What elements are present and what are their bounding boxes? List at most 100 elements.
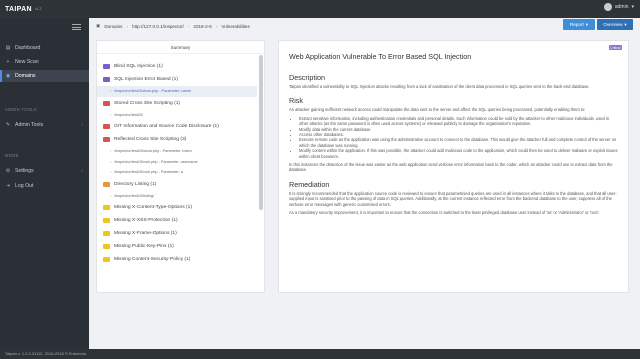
summary-category[interactable]: Directory Listing (1) (97, 178, 257, 191)
risk-list: Extract sensitive information, including… (289, 116, 619, 159)
sidebar-item-label: Dashboard (15, 45, 41, 51)
remediation-text: As a mandatory security improvement, it … (289, 210, 600, 216)
username: admin (614, 4, 629, 10)
chevron-right-icon: › (110, 89, 112, 94)
sidebar-item-domains[interactable]: ◉ Domains (0, 70, 89, 82)
breadcrumb-item-domains[interactable]: Domains (104, 24, 122, 29)
risk-item: Modify content within the application. I… (299, 148, 619, 159)
globe-icon: ◉ (5, 73, 11, 79)
overview-button[interactable]: Overview ▾ (597, 19, 633, 30)
chevron-right-icon: › (110, 149, 112, 154)
summary-category[interactable]: Reflected Cross Site Scripting (3) (97, 133, 257, 146)
summary-label: GIT Information and Source Code Disclosu… (114, 124, 219, 129)
chevron-left-icon: ‹ (81, 122, 83, 128)
folder-icon (103, 137, 110, 142)
version-badge: v1.2 (34, 7, 42, 11)
footer: Taipan v. 1.2.5.31112, 2018-2018 © Enbon… (0, 349, 640, 359)
chevron-down-icon: ▾ (585, 21, 589, 27)
summary-scrollbar[interactable] (259, 55, 263, 210)
remediation-text: It is strongly recommended that the appl… (289, 190, 617, 207)
chevron-right-icon: › (110, 170, 112, 175)
summary-label: Directory Listing (1) (114, 181, 157, 187)
menu-toggle-icon[interactable] (72, 24, 81, 30)
vulnerability-title: Web Application Vulnerable To Error Base… (289, 52, 472, 61)
summary-category[interactable]: Stored Cross Site Scripting (1) (97, 97, 257, 110)
summary-label: /inspector/test19/listing/ (114, 193, 154, 198)
summary-category[interactable]: Missing Public-Key-Pins (1) (97, 240, 257, 253)
chevron-right-icon: › (110, 193, 112, 198)
summary-category[interactable]: Missing X-Frame-Options (1) (97, 227, 257, 240)
sidebar-item-new-scan[interactable]: + New Scan (0, 56, 89, 68)
wrench-icon: ✎ (5, 122, 11, 128)
summary-label: /inspector/test19/vuln.php - Parameter: … (114, 170, 183, 175)
summary-label: /inspector/test24/show.php - Parameter: … (114, 149, 192, 154)
summary-label: SQL Injection Error Based (1) (114, 77, 178, 82)
summary-label: Reflected Cross Site Scripting (3) (114, 137, 187, 142)
top-bar: TAIPAN v1.2 admin ▾ (0, 0, 640, 18)
summary-subitem[interactable]: ›/inspector/test19/vuln.php - Parameter:… (97, 167, 257, 178)
summary-subitem[interactable]: ›/inspector/test24/show.php - Parameter:… (97, 146, 257, 157)
folder-icon (103, 77, 110, 82)
detail-panel: Critical Web Application Vulnerable To E… (278, 40, 629, 293)
summary-category[interactable]: SQL Injection Error Based (1) (97, 73, 257, 86)
summary-label: /inspector/test20/ (114, 112, 144, 117)
summary-label: Missing X-XSS-Protection (1) (114, 218, 178, 223)
sidebar-item-dashboard[interactable]: ▤ Dashboard (0, 42, 89, 54)
plus-icon: + (6, 59, 10, 65)
sidebar-item-settings[interactable]: ⚙ Settings ‹ (0, 165, 89, 177)
summary-category[interactable]: Missing X-Content-Type-Options (1) (97, 201, 257, 214)
breadcrumb-separator: › (187, 23, 190, 29)
gear-icon: ⚙ (5, 168, 11, 174)
risk-intro: An attacker gaining sufficient network a… (289, 107, 586, 113)
folder-icon (103, 244, 110, 249)
sidebar-item-label: Domains (15, 73, 36, 79)
summary-label: Missing X-Content-Type-Options (1) (114, 205, 193, 210)
user-menu[interactable]: admin ▾ (603, 3, 634, 11)
summary-label: Missing Content-Security-Policy (1) (114, 257, 191, 262)
report-button[interactable]: Report ▾ (563, 19, 595, 30)
summary-label: Blind SQL Injection (1) (114, 64, 163, 69)
section-heading-more: MORE (5, 153, 19, 158)
risk-item: Extract sensitive information, including… (299, 116, 619, 127)
sidebar-item-label: Settings (15, 168, 34, 174)
breadcrumb-separator: › (215, 23, 218, 29)
summary-category[interactable]: Blind SQL Injection (1) (97, 60, 257, 73)
overview-button-label: Overview (603, 22, 623, 27)
folder-icon (103, 257, 110, 262)
summary-subitem[interactable]: ›/inspector/test19/vuln.php - Parameter:… (97, 157, 257, 168)
summary-title: Summary (97, 41, 264, 54)
chevron-down-icon: ▾ (624, 21, 627, 27)
avatar (603, 3, 612, 11)
description-heading: Description (289, 73, 325, 82)
summary-label: Missing X-Frame-Options (1) (114, 231, 177, 236)
summary-subitem[interactable]: ›/inspector/test/3/show.php - Parameter:… (97, 86, 257, 97)
chevron-right-icon: › (110, 159, 112, 164)
chevron-down-icon: ▾ (631, 4, 634, 10)
breadcrumb-item-vulnerabilities: Vulnerabilities (221, 23, 250, 29)
description-text: Taipan identified a vulnerability to SQL… (289, 84, 590, 89)
folder-icon (103, 205, 110, 210)
breadcrumb-item-url[interactable]: http://127.0.0.1/inspector/ (132, 24, 184, 29)
chevron-right-icon: › (110, 112, 112, 117)
folder-icon (103, 231, 110, 236)
sidebar-item-label: Admin Tools (15, 122, 44, 128)
summary-category[interactable]: Missing X-XSS-Protection (1) (97, 214, 257, 227)
breadcrumb-item-date[interactable]: 2018-2-6 (193, 24, 211, 29)
summary-panel: Summary Blind SQL Injection (1) SQL Injec… (96, 40, 265, 293)
summary-category[interactable]: Missing Content-Security-Policy (1) (97, 253, 257, 266)
summary-category[interactable]: GIT Information and Source Code Disclosu… (97, 120, 257, 133)
sidebar-item-logout[interactable]: ⇥ Log Out (0, 180, 89, 192)
sidebar-item-label: New Scan (15, 59, 39, 65)
breadcrumb: ▣ Domains › http://127.0.0.1/inspector/ … (96, 21, 250, 31)
summary-label: Stored Cross Site Scripting (1) (114, 100, 181, 106)
section-heading-admin: ADMIN TOOLS (5, 107, 37, 112)
chevron-left-icon: ‹ (81, 168, 83, 174)
severity-badge: Critical (608, 45, 622, 50)
summary-label: /inspector/test19/vuln.php - Parameter: … (114, 159, 198, 164)
logo-text: TAIPAN (5, 5, 32, 13)
sidebar-item-admin-tools[interactable]: ✎ Admin Tools ‹ (0, 119, 89, 131)
summary-label: Missing Public-Key-Pins (1) (114, 244, 174, 249)
summary-subitem[interactable]: ›/inspector/test19/listing/ (97, 191, 257, 202)
logo[interactable]: TAIPAN v1.2 (0, 0, 89, 18)
summary-subitem[interactable]: ›/inspector/test20/ (97, 110, 257, 121)
